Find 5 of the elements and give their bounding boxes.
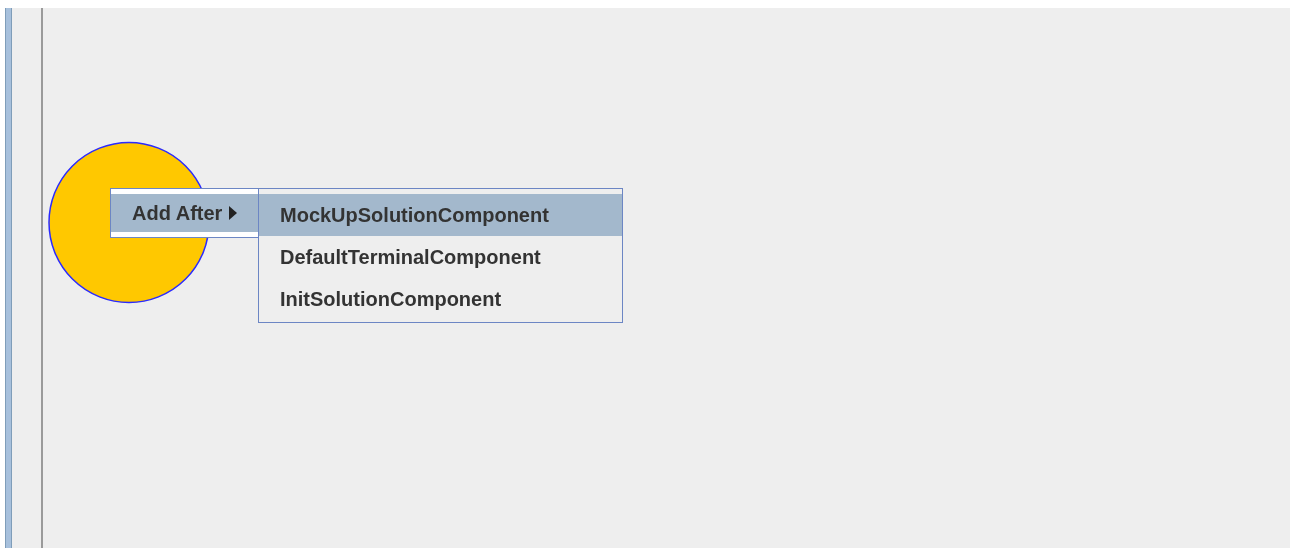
menu-item[interactable]: DefaultTerminalComponent	[259, 236, 622, 278]
menu-item[interactable]: Add After	[111, 194, 258, 232]
menu-item[interactable]: InitSolutionComponent	[259, 278, 622, 320]
menu-item[interactable]: MockUpSolutionComponent	[259, 194, 622, 236]
scroll-bar[interactable]	[5, 8, 12, 548]
